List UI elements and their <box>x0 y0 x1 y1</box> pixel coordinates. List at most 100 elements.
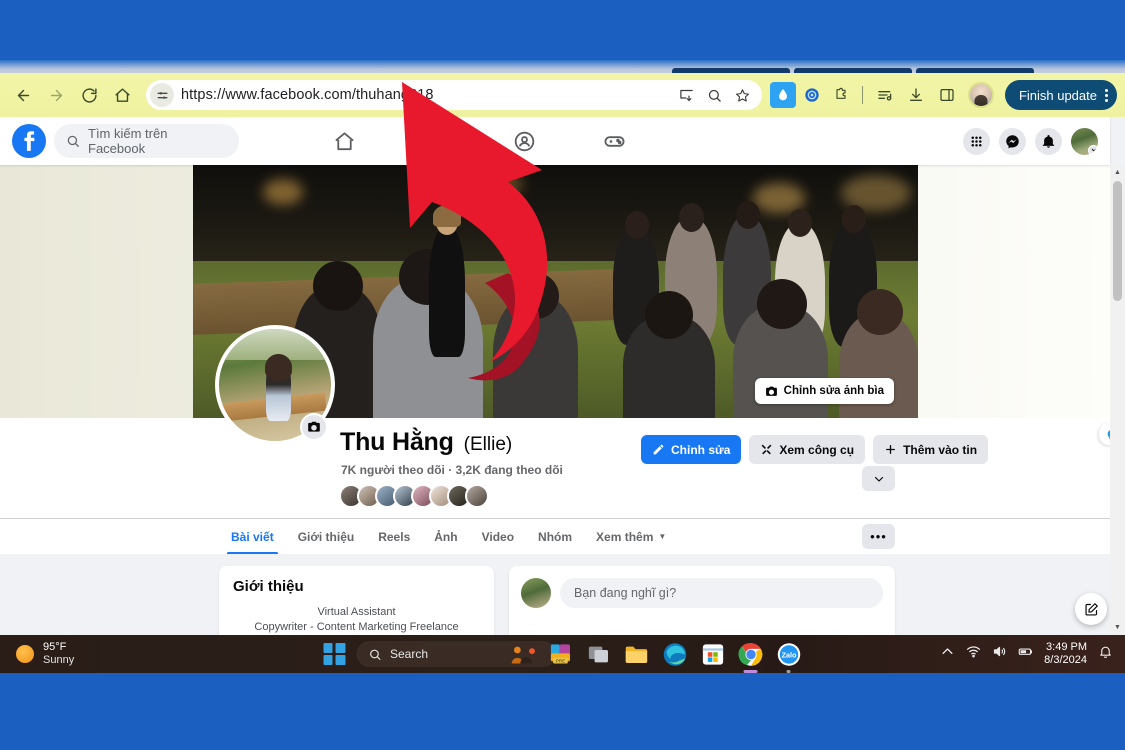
bookmark-star-icon[interactable] <box>730 82 756 108</box>
reading-list-icon[interactable] <box>871 81 899 109</box>
account-avatar[interactable] <box>1071 127 1098 155</box>
tab-more[interactable]: Xem thêm ▼ <box>584 519 678 555</box>
home-button[interactable] <box>107 80 137 110</box>
menu-grid-icon[interactable] <box>963 127 990 155</box>
composer-avatar <box>521 578 551 608</box>
site-info-icon[interactable] <box>150 83 174 107</box>
friend-avatar[interactable] <box>465 484 489 508</box>
forward-button[interactable] <box>41 80 71 110</box>
profile-feed: Giới thiệu Virtual Assistant Copywriter … <box>0 554 1110 635</box>
tab-label: Xem thêm <box>596 529 654 544</box>
chevron-down-icon: ▼ <box>658 532 667 541</box>
nav-marketplace-icon[interactable] <box>413 124 455 158</box>
chrome-icon[interactable] <box>737 641 764 668</box>
sun-icon <box>16 645 34 663</box>
tab-label: Video <box>481 529 515 544</box>
address-bar[interactable]: https://www.facebook.com/thuhang318 <box>146 80 762 110</box>
task-view-icon[interactable] <box>585 641 612 668</box>
chevron-down-icon[interactable] <box>1088 144 1098 155</box>
tab-label: Reels <box>378 529 411 544</box>
weather-condition: Sunny <box>43 654 75 666</box>
nav-groups-icon[interactable] <box>503 124 545 158</box>
tab-label: Bài viết <box>231 529 274 544</box>
add-to-story-button[interactable]: Thêm vào tin <box>873 435 989 464</box>
profile-more-button[interactable] <box>862 466 895 491</box>
system-tray: 3:49 PM 8/3/2024 <box>940 641 1113 667</box>
facebook-header-actions <box>963 127 1098 155</box>
edge-icon[interactable] <box>661 641 688 668</box>
water-drop-extension-icon[interactable] <box>769 82 796 108</box>
messenger-icon[interactable] <box>999 127 1026 155</box>
nav-home-icon[interactable] <box>323 124 365 158</box>
tab-about[interactable]: Giới thiệu <box>286 519 367 555</box>
zoom-icon[interactable] <box>702 82 728 108</box>
intro-card: Giới thiệu Virtual Assistant Copywriter … <box>219 566 494 635</box>
notification-bell-icon[interactable] <box>1098 644 1113 664</box>
volume-icon[interactable] <box>992 644 1007 664</box>
tab-label: Nhóm <box>538 529 573 544</box>
nav-gaming-icon[interactable] <box>593 124 635 158</box>
profile-name: Thu Hằng <box>340 428 454 456</box>
tab-label: Ảnh <box>434 529 458 544</box>
taskbar-apps: Search PRE Zalo <box>323 641 802 668</box>
edit-profile-picture-icon[interactable] <box>300 413 328 441</box>
facebook-search-input[interactable]: Tìm kiếm trên Facebook <box>54 124 239 158</box>
back-button[interactable] <box>8 80 38 110</box>
finish-update-button[interactable]: Finish update <box>1004 80 1117 110</box>
tabs-overflow-button[interactable]: ••• <box>862 524 895 549</box>
windows-taskbar: 95°F Sunny Search PRE Zalo 3:49 PM 8/3/2… <box>0 635 1125 673</box>
battery-icon[interactable] <box>1018 644 1033 664</box>
scroll-down-arrow[interactable]: ▼ <box>1110 620 1125 635</box>
reload-button[interactable] <box>74 80 104 110</box>
file-explorer-icon[interactable] <box>623 641 650 668</box>
clock-date: 8/3/2024 <box>1044 654 1087 666</box>
extensions-puzzle-icon[interactable] <box>828 82 854 108</box>
composer-input[interactable]: Bạn đang nghĩ gì? <box>560 578 883 608</box>
scrollbar-thumb[interactable] <box>1113 181 1122 301</box>
pre-app-icon[interactable]: PRE <box>547 641 574 668</box>
facebook-main-nav <box>323 124 635 158</box>
edit-cover-photo-label: Chỉnh sửa ảnh bìa <box>783 385 884 397</box>
weather-widget[interactable]: 95°F Sunny <box>0 641 300 666</box>
post-composer[interactable]: Bạn đang nghĩ gì? <box>509 566 895 635</box>
wifi-icon[interactable] <box>966 644 981 664</box>
tab-videos[interactable]: Video <box>470 519 526 555</box>
shield-extension-icon[interactable] <box>799 82 825 108</box>
intro-line-1: Virtual Assistant <box>317 606 396 618</box>
desktop: https://www.facebook.com/thuhang318 Fini… <box>0 0 1125 750</box>
install-icon[interactable] <box>674 82 700 108</box>
side-panel-icon[interactable] <box>933 81 961 109</box>
url-text[interactable]: https://www.facebook.com/thuhang318 <box>181 87 434 103</box>
facebook-logo-icon[interactable] <box>12 124 46 158</box>
follower-stats: 7K người theo dõi · 3,2K đang theo dõi <box>341 463 563 477</box>
profile-action-buttons: Chỉnh sửa Xem công cụ Thêm vào tin <box>641 435 989 464</box>
tab-posts[interactable]: Bài viết <box>219 519 286 555</box>
view-tools-button[interactable]: Xem công cụ <box>749 435 866 464</box>
notifications-bell-icon[interactable] <box>1035 127 1062 155</box>
three-dot-menu-icon[interactable] <box>1105 88 1108 102</box>
taskbar-clock[interactable]: 3:49 PM 8/3/2024 <box>1044 641 1087 667</box>
edit-cover-photo-button[interactable]: Chỉnh sửa ảnh bìa <box>754 378 894 404</box>
chrome-profile-avatar[interactable] <box>967 82 994 108</box>
svg-text:PRE: PRE <box>555 658 565 664</box>
zalo-icon[interactable]: Zalo <box>775 641 802 668</box>
chrome-browser-window: https://www.facebook.com/thuhang318 Fini… <box>0 60 1125 635</box>
people-icon[interactable] <box>509 641 536 668</box>
profile-name-row: Thu Hằng (Ellie) <box>340 428 512 457</box>
tab-groups[interactable]: Nhóm <box>526 519 584 555</box>
browser-toolbar: https://www.facebook.com/thuhang318 Fini… <box>0 73 1125 117</box>
intro-line-2: Copywriter - Content Marketing Freelance <box>254 621 459 633</box>
tab-photos[interactable]: Ảnh <box>422 519 469 555</box>
microsoft-store-icon[interactable] <box>699 641 726 668</box>
profile-nickname: (Ellie) <box>463 434 513 455</box>
start-button[interactable] <box>323 643 345 665</box>
edit-profile-button[interactable]: Chỉnh sửa <box>641 435 742 464</box>
download-icon[interactable] <box>902 81 930 109</box>
create-post-fab[interactable] <box>1075 593 1107 625</box>
page-scrollbar[interactable]: ▲ ▼ <box>1110 165 1125 635</box>
scroll-up-arrow[interactable]: ▲ <box>1110 165 1125 180</box>
facebook-page: Tìm kiếm trên Facebook Chỉnh sửa ảnh bìa… <box>0 117 1125 635</box>
friend-avatars[interactable] <box>339 484 489 508</box>
tab-reels[interactable]: Reels <box>366 519 422 555</box>
chevron-up-icon[interactable] <box>940 644 955 664</box>
